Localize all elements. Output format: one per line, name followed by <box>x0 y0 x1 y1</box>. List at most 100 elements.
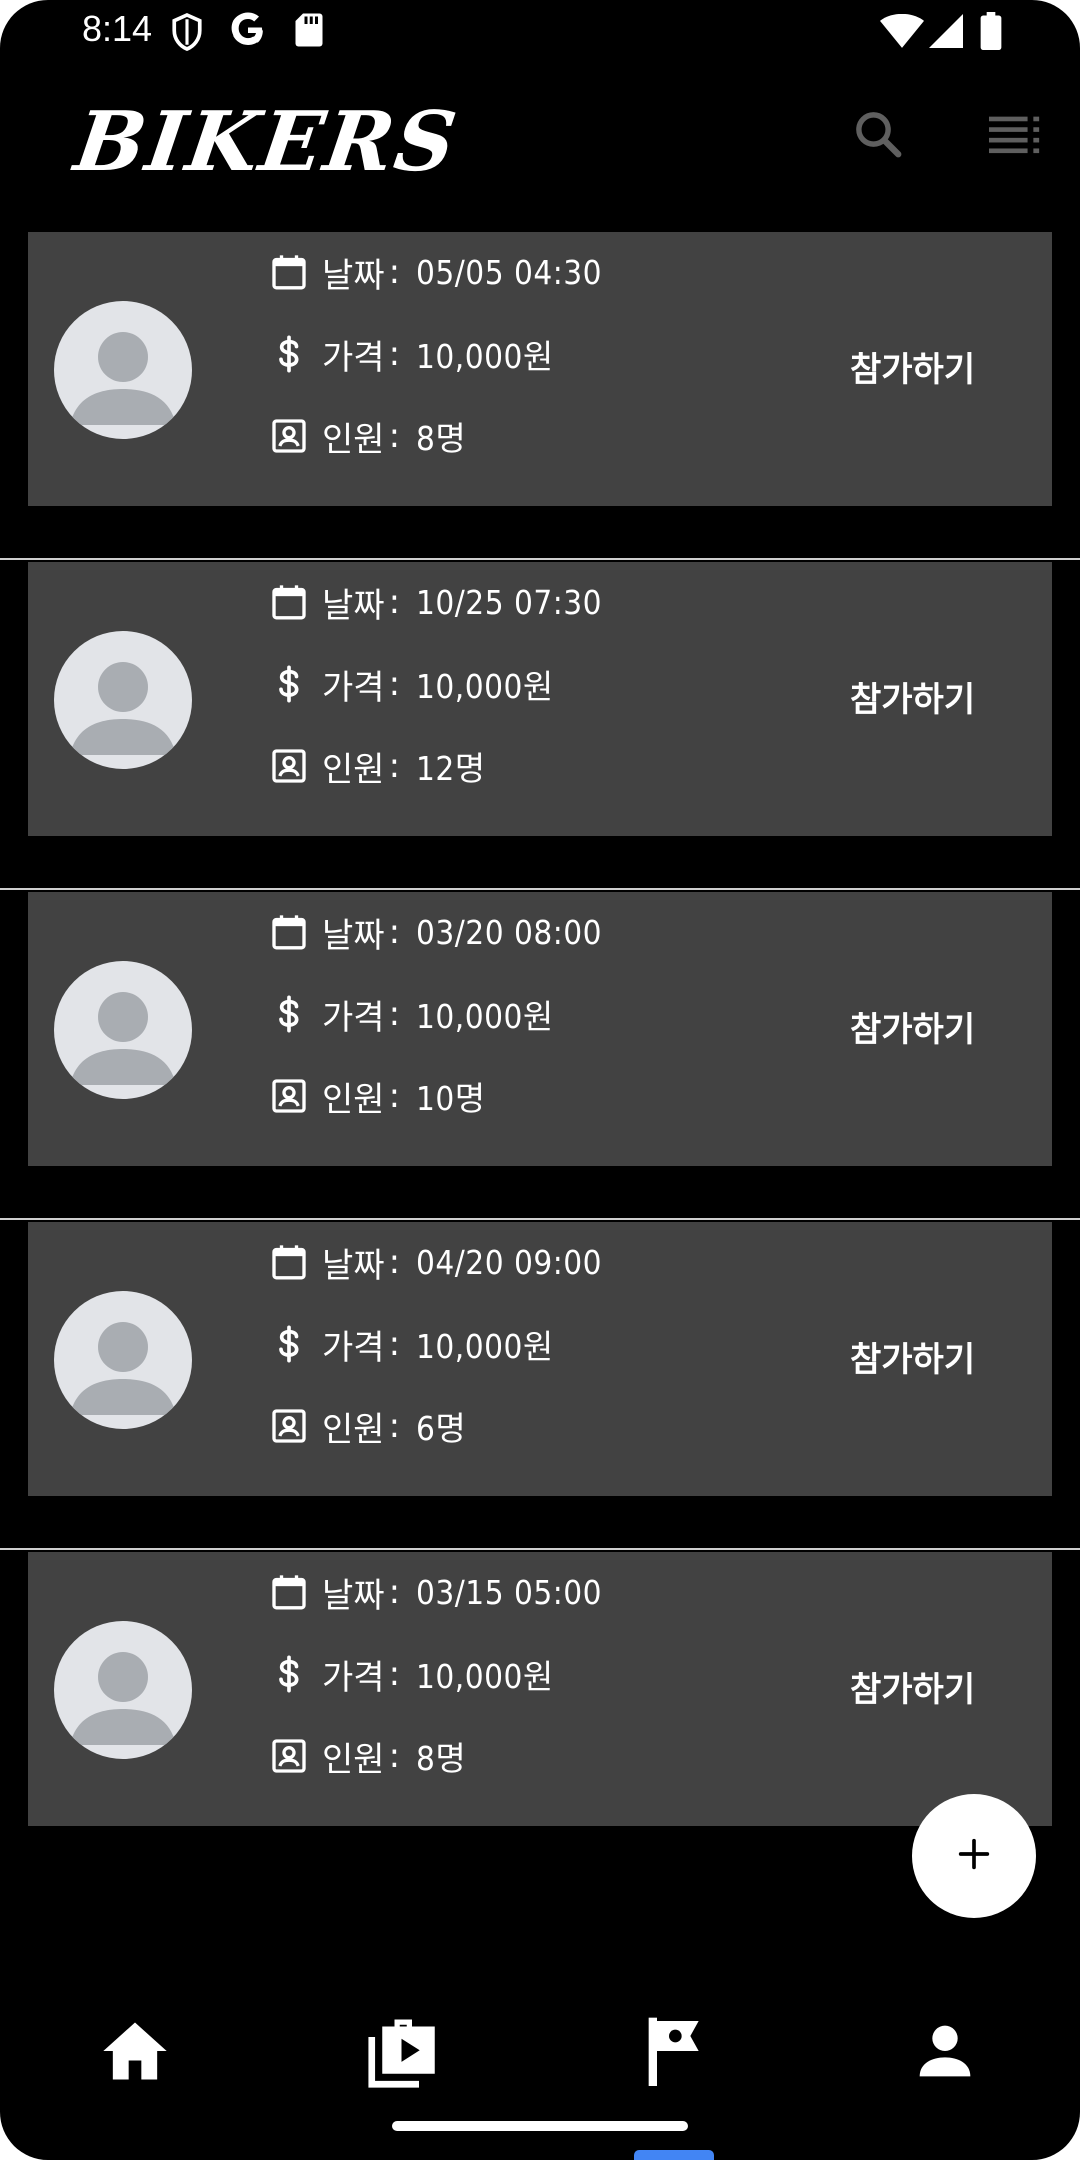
people-value: 8명 <box>416 419 467 458</box>
join-button[interactable]: 참가하기 <box>850 342 975 391</box>
avatar <box>54 301 192 439</box>
date-label: 날짜 <box>322 1245 385 1286</box>
separator: : <box>388 994 401 1034</box>
price-line: 가격 : 10,000원 <box>268 1650 554 1698</box>
calendar-icon <box>268 251 310 293</box>
date-line: 날짜 : 03/20 08:00 <box>268 908 602 956</box>
separator: : <box>388 1654 401 1694</box>
price-label: 가격 <box>322 667 385 708</box>
portrait-icon <box>268 415 310 457</box>
date-line: 날짜 : 04/20 09:00 <box>268 1238 602 1286</box>
list-menu-icon <box>989 114 1043 158</box>
price-label: 가격 <box>322 1657 385 1698</box>
ride-card[interactable]: 날짜 : 04/20 09:00 가격 : 10,000원 인원 : 6명 참가… <box>28 1222 1052 1496</box>
dollar-icon <box>268 993 310 1035</box>
people-line: 인원 : 8명 <box>268 1732 466 1780</box>
gesture-bar[interactable] <box>392 2121 688 2131</box>
calendar-icon <box>268 581 310 623</box>
join-button[interactable]: 참가하기 <box>850 1002 975 1051</box>
date-label: 날짜 <box>322 1575 385 1616</box>
ride-list-item: 날짜 : 03/20 08:00 가격 : 10,000원 인원 : 10명 참… <box>0 888 1080 1220</box>
people-value: 12명 <box>416 749 486 788</box>
nav-rides[interactable] <box>360 2008 450 2098</box>
add-ride-button[interactable] <box>912 1794 1036 1918</box>
separator: : <box>388 582 401 622</box>
ride-card[interactable]: 날짜 : 03/15 05:00 가격 : 10,000원 인원 : 8명 참가… <box>28 1552 1052 1826</box>
search-icon <box>851 107 905 165</box>
price-line: 가격 : 10,000원 <box>268 660 554 708</box>
people-label: 인원 <box>322 749 385 790</box>
separator: : <box>388 1076 401 1116</box>
people-label: 인원 <box>322 1409 385 1450</box>
bottom-navigation <box>0 2008 1080 2120</box>
date-line: 날짜 : 05/05 04:30 <box>268 248 602 296</box>
calendar-icon <box>268 1241 310 1283</box>
plus-icon <box>954 1834 994 1878</box>
separator: : <box>388 1572 401 1612</box>
dollar-icon <box>268 1323 310 1365</box>
people-line: 인원 : 6명 <box>268 1402 466 1450</box>
avatar <box>54 1621 192 1759</box>
app-header: BIKERS <box>0 64 1080 230</box>
avatar <box>54 631 192 769</box>
portrait-icon <box>268 1075 310 1117</box>
date-value: 03/15 05:00 <box>416 1572 603 1612</box>
calendar-icon <box>268 911 310 953</box>
date-value: 04/20 09:00 <box>416 1242 603 1282</box>
separator: : <box>388 664 401 704</box>
people-line: 인원 : 12명 <box>268 742 486 790</box>
price-value: 10,000원 <box>416 667 554 706</box>
date-line: 날짜 : 03/15 05:00 <box>268 1568 602 1616</box>
people-label: 인원 <box>322 1079 385 1120</box>
ride-list-item: 날짜 : 05/05 04:30 가격 : 10,000원 인원 : 8명 참가… <box>0 230 1080 560</box>
separator: : <box>388 1324 401 1364</box>
ride-list: 날짜 : 05/05 04:30 가격 : 10,000원 인원 : 8명 참가… <box>0 230 1080 1880</box>
people-line: 인원 : 10명 <box>268 1072 486 1120</box>
dollar-icon <box>268 333 310 375</box>
ride-card[interactable]: 날짜 : 10/25 07:30 가격 : 10,000원 인원 : 12명 참… <box>28 562 1052 836</box>
separator: : <box>388 252 401 292</box>
ride-card[interactable]: 날짜 : 03/20 08:00 가격 : 10,000원 인원 : 10명 참… <box>28 892 1052 1166</box>
separator: : <box>388 1242 401 1282</box>
price-label: 가격 <box>322 337 385 378</box>
list-menu-button[interactable] <box>984 104 1048 168</box>
join-button[interactable]: 참가하기 <box>850 1662 975 1711</box>
nav-profile[interactable] <box>900 2008 990 2098</box>
separator: : <box>388 746 401 786</box>
flag-icon <box>637 2011 717 2095</box>
wifi-icon <box>880 13 924 52</box>
price-line: 가격 : 10,000원 <box>268 330 554 378</box>
signal-icon <box>928 14 964 52</box>
calendar-icon <box>268 1571 310 1613</box>
battery-icon <box>980 12 1002 54</box>
separator: : <box>388 912 401 952</box>
date-line: 날짜 : 10/25 07:30 <box>268 578 602 626</box>
google-icon <box>228 10 268 54</box>
portrait-icon <box>268 745 310 787</box>
join-button[interactable]: 참가하기 <box>850 672 975 721</box>
page-indicator <box>634 2150 714 2160</box>
price-value: 10,000원 <box>416 1327 554 1366</box>
person-icon <box>907 2013 983 2093</box>
separator: : <box>388 1736 401 1776</box>
join-button[interactable]: 참가하기 <box>850 1332 975 1381</box>
ride-card[interactable]: 날짜 : 05/05 04:30 가격 : 10,000원 인원 : 8명 참가… <box>28 232 1052 506</box>
price-line: 가격 : 10,000원 <box>268 990 554 1038</box>
app-screen: 8:14 BIKERS 날짜: 05/05 04:30 가격: 10,000… <box>0 0 1080 2160</box>
people-label: 인원 <box>322 1739 385 1780</box>
portrait-icon <box>268 1735 310 1777</box>
separator: : <box>388 1406 401 1446</box>
price-line: 가격 : 10,000원 <box>268 1320 554 1368</box>
people-label: 인원 <box>322 419 385 460</box>
dollar-icon <box>268 1653 310 1695</box>
video-library-icon <box>363 2009 447 2097</box>
ride-list-item: 날짜 : 10/25 07:30 가격 : 10,000원 인원 : 12명 참… <box>0 558 1080 890</box>
people-value: 10명 <box>416 1079 486 1118</box>
status-bar: 8:14 <box>0 0 1080 64</box>
price-label: 가격 <box>322 1327 385 1368</box>
separator: : <box>388 334 401 374</box>
price-value: 10,000원 <box>416 337 554 376</box>
nav-challenges[interactable] <box>632 2008 722 2098</box>
search-button[interactable] <box>846 104 910 168</box>
nav-home[interactable] <box>90 2008 180 2098</box>
